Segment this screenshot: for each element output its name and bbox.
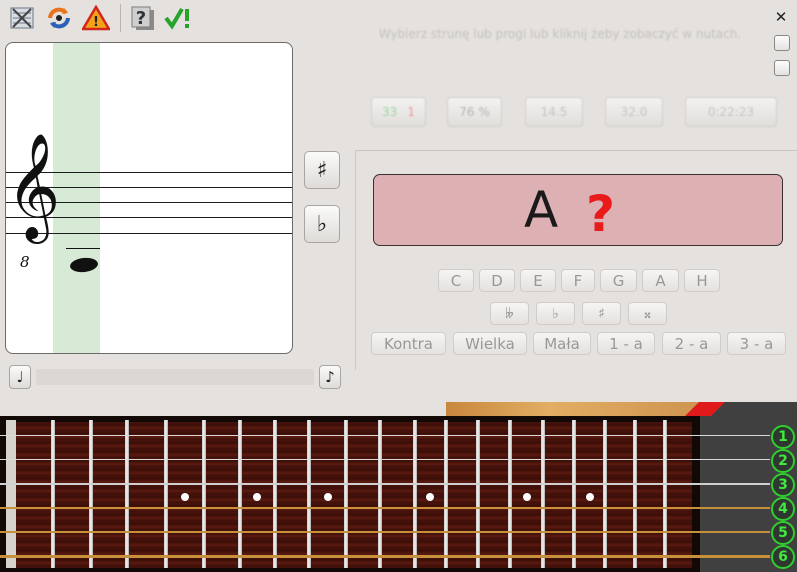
fret [541,420,545,568]
fret [307,420,311,568]
guitar-string-3[interactable] [0,483,770,485]
fret [508,420,512,568]
flat-button[interactable]: ♭ [304,205,340,243]
note-button-f[interactable]: F [561,269,595,292]
fret-marker-dot [324,493,332,501]
fret [273,420,277,568]
octave-button-3a[interactable]: 3 - a [727,332,786,355]
question-mark-icon: ? [586,185,616,243]
string-number-3[interactable]: 3 [771,473,795,497]
string-number-2[interactable]: 2 [771,449,795,473]
fret [413,420,417,568]
option-checkbox-2[interactable] [774,60,790,76]
check-answer-icon[interactable] [164,4,192,32]
toolbar-separator [120,4,121,32]
hint-text: Wybierz strunę lub progi lub kliknij żeb… [378,27,742,41]
octave-button-wielka[interactable]: Wielka [453,332,527,355]
fret [378,420,382,568]
note-button-g[interactable]: G [600,269,637,292]
note-button-a[interactable]: A [642,269,679,292]
guitar-string-6[interactable] [0,555,770,558]
note-button-c[interactable]: C [438,269,474,292]
help-icon[interactable]: ? [128,4,156,32]
fret [89,420,93,568]
fret [344,420,348,568]
guitar-string-5[interactable] [0,531,770,533]
fret [633,420,637,568]
answer-box: A ? [373,174,783,246]
fret [125,420,129,568]
double-sharp-button[interactable]: 𝄪 [628,302,667,325]
fret [444,420,448,568]
svg-text:!: ! [93,15,99,30]
guitar-string-4[interactable] [0,507,770,509]
score-view[interactable]: 𝄞 8 [5,42,293,354]
sharp-button[interactable]: ♯ [304,151,340,189]
start-icon[interactable]: ! [82,4,110,32]
option-checkbox-1[interactable] [774,35,790,51]
svg-text:?: ? [136,8,146,29]
note-button-d[interactable]: D [479,269,515,292]
treble-clef-icon: 𝄞 [6,132,61,239]
answer-note: A [524,181,559,239]
panel-divider-vertical [355,150,356,370]
clef-octave-label: 8 [20,253,30,271]
fret-marker-dot [426,493,434,501]
flat-accidental-button[interactable]: ♭ [536,302,575,325]
fret [572,420,576,568]
fret [476,420,480,568]
stat-time-answer: 32.0 [605,97,663,127]
fret [164,420,168,568]
guitar-string-1[interactable] [0,435,770,436]
sharp-accidental-button[interactable]: ♯ [582,302,621,325]
stat-total-time: 0:22:23 [685,97,777,127]
string-number-1[interactable]: 1 [771,425,795,449]
settings-icon[interactable] [8,4,36,32]
guitar-string-2[interactable] [0,459,770,460]
stat-answers-wrong: 1 [407,105,415,119]
string-number-4[interactable]: 4 [771,497,795,521]
fret-marker-dot [253,493,261,501]
octave-button-1a[interactable]: 1 - a [597,332,655,355]
close-icon[interactable]: ✕ [773,8,789,26]
stat-answers: 33 1 [371,97,426,127]
fret [202,420,206,568]
score-prev-button[interactable]: ♩ [9,365,31,389]
octave-button-kontra[interactable]: Kontra [371,332,446,355]
panel-divider-horizontal [356,150,797,151]
fret [663,420,667,568]
string-number-6[interactable]: 6 [771,545,795,569]
note-button-e[interactable]: E [520,269,556,292]
octave-button-mala[interactable]: Mała [533,332,591,355]
fret-marker-dot [523,493,531,501]
fret-marker-dot [181,493,189,501]
score-next-button[interactable]: ♪ [319,365,341,389]
note-button-h[interactable]: H [684,269,720,292]
fret [238,420,242,568]
string-number-5[interactable]: 5 [771,521,795,545]
stat-average: 14.5 [525,97,583,127]
stat-answers-correct: 33 [382,105,398,119]
levels-icon[interactable] [45,4,73,32]
ledger-line [66,248,100,249]
fret-marker-dot [586,493,594,501]
score-scrollbar[interactable] [36,369,314,385]
stat-effectiveness: 76 % [447,97,502,127]
fret [51,420,55,568]
fret [603,420,607,568]
double-flat-button[interactable]: 𝄫 [490,302,529,325]
nut [6,420,16,568]
octave-button-2a[interactable]: 2 - a [662,332,721,355]
